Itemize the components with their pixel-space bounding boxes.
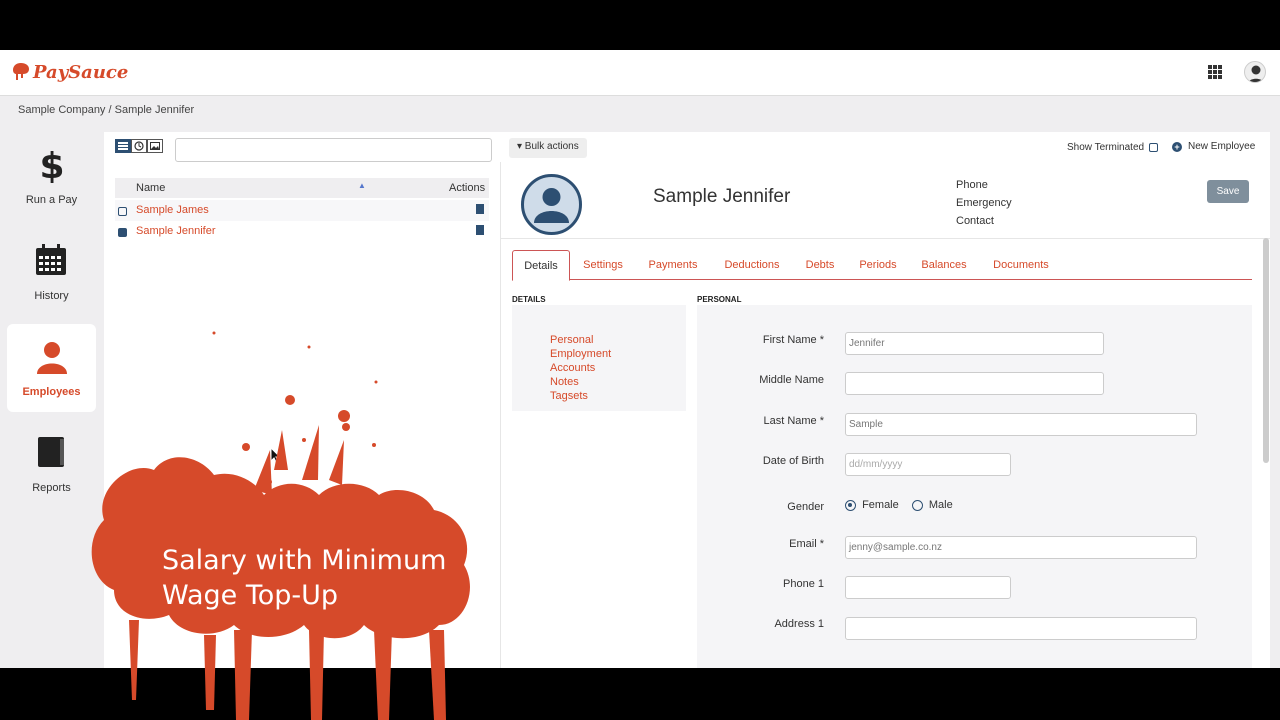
tab-periods[interactable]: Periods: [854, 250, 902, 280]
show-terminated-label: Show Terminated: [1067, 142, 1145, 153]
date-of-birth-label: Date of Birth: [762, 455, 824, 467]
brand-name: PaySauce: [33, 61, 129, 83]
bulk-actions-button[interactable]: ▾ Bulk actions: [509, 138, 587, 158]
details-link-accounts[interactable]: Accounts: [550, 362, 595, 374]
new-employee-button[interactable]: + New Employee: [1172, 141, 1255, 152]
sauce-drop-icon: [13, 63, 29, 80]
video-title-line-1: Salary with Minimum: [162, 545, 447, 576]
tab-debts[interactable]: Debts: [800, 250, 840, 280]
details-link-employment[interactable]: Employment: [550, 348, 611, 360]
breadcrumb-company[interactable]: Sample Company: [18, 104, 105, 116]
scrollbar[interactable]: [1263, 238, 1269, 463]
table-row[interactable]: Sample James: [115, 200, 489, 221]
table-row[interactable]: Sample Jennifer: [115, 221, 489, 242]
first-name-field[interactable]: Jennifer: [845, 332, 1104, 355]
gender-male-label: Male: [928, 499, 953, 511]
last-name-field[interactable]: Sample: [845, 413, 1197, 436]
date-of-birth-field[interactable]: dd/mm/yyyy: [845, 453, 1011, 476]
middle-name-label: Middle Name: [759, 374, 824, 386]
video-title-overlay: Salary with Minimum Wage Top-Up: [162, 543, 482, 613]
new-employee-label: New Employee: [1188, 141, 1256, 152]
details-link-notes[interactable]: Notes: [550, 376, 579, 388]
book-icon: [38, 437, 64, 467]
address-1-field[interactable]: [845, 617, 1197, 640]
employee-name-link[interactable]: Sample Jennifer: [136, 225, 216, 237]
gender-radio-group: Female Male: [845, 499, 953, 511]
row-checkbox[interactable]: [118, 207, 127, 216]
employee-name-title: Sample Jennifer: [653, 186, 791, 207]
clock-view-button[interactable]: [131, 139, 147, 153]
name-column-header[interactable]: Name: [136, 182, 165, 194]
contact-phone-label: Phone: [956, 179, 988, 191]
show-terminated-checkbox[interactable]: [1149, 143, 1159, 152]
user-avatar-icon[interactable]: [1244, 61, 1266, 83]
paysauce-logo[interactable]: PaySauce: [12, 60, 128, 84]
tab-settings[interactable]: Settings: [576, 250, 630, 280]
apps-grid-icon[interactable]: [1208, 65, 1222, 79]
tab-documents[interactable]: Documents: [986, 250, 1056, 280]
list-view-button[interactable]: [115, 139, 131, 153]
header-divider: [500, 238, 1270, 239]
employee-name-link[interactable]: Sample James: [136, 204, 209, 216]
sidebar-item-label: Run a Pay: [25, 194, 78, 206]
last-name-label: Last Name *: [763, 415, 824, 427]
gender-female-label: Female: [862, 499, 899, 511]
employee-list-header: Name ▲ Actions: [115, 178, 489, 198]
tab-deductions[interactable]: Deductions: [718, 250, 786, 280]
details-nav: Personal Employment Accounts Notes Tagse…: [512, 305, 686, 411]
breadcrumb-separator: /: [108, 104, 112, 116]
dollar-icon: $: [39, 146, 64, 183]
video-title-line-2: Wage Top-Up: [162, 580, 339, 611]
tab-payments[interactable]: Payments: [642, 250, 704, 280]
address-1-label: Address 1: [774, 618, 824, 630]
gender-female-radio[interactable]: [845, 499, 856, 511]
document-icon[interactable]: [476, 204, 484, 214]
middle-name-field[interactable]: [845, 372, 1104, 395]
tab-details[interactable]: Details: [512, 250, 570, 281]
email-field[interactable]: jenny@sample.co.nz: [845, 536, 1197, 559]
details-link-tagsets[interactable]: Tagsets: [550, 390, 588, 402]
employee-tabs: Details Settings Payments Deductions Deb…: [512, 250, 1252, 281]
details-link-personal[interactable]: Personal: [550, 334, 593, 346]
actions-column-header: Actions: [449, 182, 486, 194]
plus-circle-icon: +: [1172, 141, 1182, 152]
email-label: Email *: [789, 538, 824, 550]
gender-male-radio[interactable]: [911, 499, 923, 511]
employee-search-input[interactable]: [175, 138, 492, 162]
show-terminated-toggle[interactable]: Show Terminated: [1067, 142, 1159, 153]
sidebar-item-label: History: [34, 290, 69, 302]
person-silhouette-icon: [534, 188, 569, 223]
contact-emergency-label: Emergency: [956, 197, 1012, 209]
document-icon[interactable]: [476, 225, 484, 235]
row-checkbox[interactable]: [118, 228, 127, 237]
save-button[interactable]: Save: [1207, 180, 1249, 203]
image-icon: [150, 142, 160, 150]
top-bar: PaySauce: [0, 50, 1280, 96]
calendar-icon: [36, 244, 66, 275]
sidebar-item-history[interactable]: History: [7, 228, 96, 316]
gender-label: Gender: [787, 501, 824, 513]
image-view-button[interactable]: [147, 139, 163, 153]
tab-balances[interactable]: Balances: [916, 250, 972, 280]
personal-form: [697, 305, 1252, 668]
employee-avatar[interactable]: [521, 174, 582, 235]
personal-heading: PERSONAL: [697, 295, 742, 304]
paint-splash-overlay: [91, 331, 470, 720]
view-toggle: [115, 139, 163, 153]
list-icon: [118, 142, 128, 150]
person-icon: [37, 342, 67, 374]
sort-ascending-icon[interactable]: ▲: [358, 181, 366, 190]
svg-text:$: $: [39, 146, 64, 183]
clock-icon: [134, 141, 144, 151]
first-name-label: First Name *: [762, 334, 824, 346]
breadcrumb: Sample Company / Sample Jennifer: [18, 104, 194, 116]
details-heading: DETAILS: [512, 295, 546, 304]
contact-contact-label: Contact: [956, 215, 994, 227]
sidebar-item-run-a-pay[interactable]: $ Run a Pay: [7, 132, 96, 220]
phone-1-field[interactable]: [845, 576, 1011, 599]
breadcrumb-employee: Sample Jennifer: [114, 104, 195, 116]
phone-1-label: Phone 1: [783, 578, 824, 590]
